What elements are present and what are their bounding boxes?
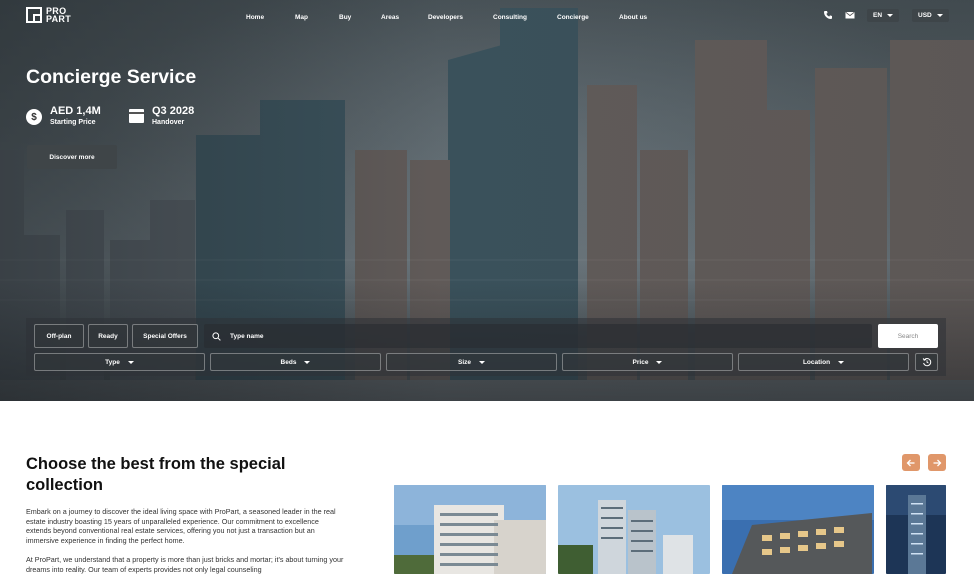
dollar-coin-icon: $ <box>26 109 42 125</box>
filter-location-label: Location <box>802 358 831 366</box>
chevron-down-icon <box>304 360 311 364</box>
property-image <box>722 485 874 574</box>
filter-beds[interactable]: Beds <box>210 353 381 371</box>
nav-link-about[interactable]: About us <box>619 14 647 21</box>
currency-select[interactable]: USD <box>912 9 949 22</box>
handover-stat: Q3 2028 Handover <box>129 105 194 128</box>
filter-beds-label: Beds <box>280 358 297 366</box>
property-image <box>394 485 546 574</box>
property-image <box>558 485 710 574</box>
nav-link-developers[interactable]: Developers <box>428 14 463 21</box>
filter-type[interactable]: Type <box>34 353 205 371</box>
filter-price-label: Price <box>632 358 649 366</box>
nav-link-buy[interactable]: Buy <box>339 14 351 21</box>
property-card[interactable] <box>558 485 710 574</box>
property-search-panel: Off-plan Ready Special Offers Type name … <box>26 318 946 376</box>
starting-price-stat: $ AED 1,4M Starting Price <box>26 105 101 128</box>
currency-value: USD <box>918 12 932 19</box>
search-input[interactable]: Type name <box>204 324 872 348</box>
mail-icon[interactable] <box>845 10 855 20</box>
chevron-down-icon <box>127 360 134 364</box>
arrow-right-icon <box>933 459 942 466</box>
filter-location[interactable]: Location <box>738 353 909 371</box>
filter-type-label: Type <box>105 358 120 366</box>
chip-off-plan[interactable]: Off-plan <box>34 324 84 348</box>
chip-special-offers[interactable]: Special Offers <box>132 324 198 348</box>
reset-filters-button[interactable] <box>915 353 938 371</box>
nav-link-consulting[interactable]: Consulting <box>493 14 527 21</box>
filter-size[interactable]: Size <box>386 353 557 371</box>
chevron-down-icon <box>656 360 663 364</box>
reset-icon <box>922 358 931 367</box>
phone-icon[interactable] <box>823 10 833 20</box>
carousel-prev-button[interactable] <box>902 454 920 471</box>
language-select[interactable]: EN <box>867 9 900 22</box>
property-image <box>886 485 946 574</box>
handover-label: Handover <box>152 119 185 126</box>
chevron-down-icon <box>936 14 943 17</box>
chevron-down-icon <box>479 360 485 364</box>
property-card[interactable] <box>722 485 874 574</box>
carousel-next-button[interactable] <box>928 454 946 471</box>
chevron-down-icon <box>887 14 894 17</box>
search-button[interactable]: Search <box>878 324 938 348</box>
property-card[interactable] <box>394 485 546 574</box>
starting-price-label: Starting Price <box>50 119 96 126</box>
chevron-down-icon <box>838 360 845 364</box>
hero-title: Concierge Service <box>26 66 197 88</box>
nav-link-map[interactable]: Map <box>295 14 308 21</box>
collection-paragraph-2: At ProPart, we understand that a propert… <box>26 555 344 574</box>
hero-section: PRO PART Home Map Buy Areas Developers C… <box>0 0 974 401</box>
search-icon <box>212 331 221 341</box>
discover-more-button[interactable]: Discover more <box>27 145 117 169</box>
collection-paragraph-1: Embark on a journey to discover the idea… <box>26 507 336 545</box>
search-placeholder: Type name <box>230 332 264 340</box>
language-value: EN <box>873 12 883 19</box>
filter-size-label: Size <box>457 358 471 366</box>
nav-link-concierge[interactable]: Concierge <box>557 14 589 21</box>
arrow-left-icon <box>906 459 915 466</box>
starting-price-value: AED 1,4M <box>50 105 101 117</box>
property-card[interactable] <box>886 485 946 574</box>
handover-value: Q3 2028 <box>152 105 195 117</box>
calendar-icon <box>129 109 144 123</box>
collection-title: Choose the best from the special collect… <box>26 455 286 494</box>
nav-link-home[interactable]: Home <box>246 14 264 21</box>
chip-ready[interactable]: Ready <box>88 324 128 348</box>
filter-price[interactable]: Price <box>562 353 733 371</box>
nav-link-areas[interactable]: Areas <box>381 14 399 21</box>
